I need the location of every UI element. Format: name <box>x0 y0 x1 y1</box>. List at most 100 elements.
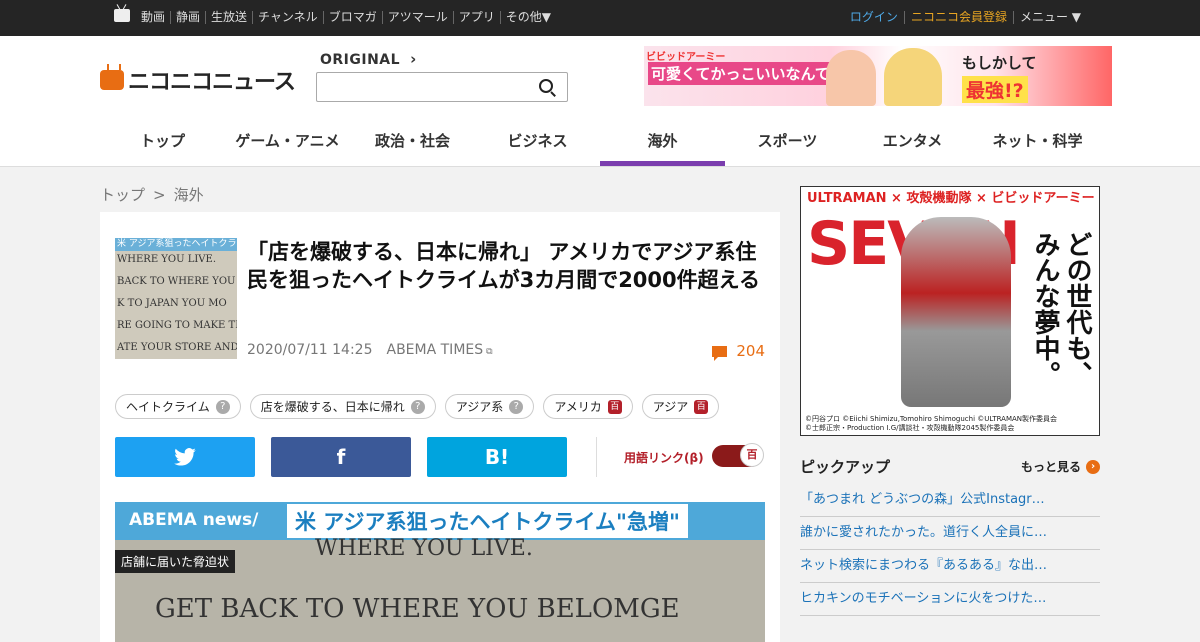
facebook-share-button[interactable]: f <box>271 437 411 477</box>
term-link-label: 用語リンク(β) <box>624 451 704 465</box>
search-box[interactable] <box>316 72 568 102</box>
twitter-share-button[interactable] <box>115 437 255 477</box>
tag-item[interactable]: アジア百 <box>641 394 720 419</box>
category-tab[interactable]: ビジネス <box>475 120 600 166</box>
account-nav: ログイン ニコニコ会員登録 メニュー ▼ <box>844 11 1087 24</box>
article-date: 2020/07/11 14:25 <box>247 342 373 358</box>
menu-dropdown[interactable]: メニュー ▼ <box>1012 11 1087 24</box>
service-link-more[interactable]: その他▼ <box>499 11 556 24</box>
ultraman-figure-image <box>901 217 1011 407</box>
comment-count[interactable]: 204 <box>712 342 765 361</box>
ad-credit: ©円谷プロ ©Eiichi Shimizu,Tomohiro Shimoguch… <box>805 415 1057 433</box>
category-tab[interactable]: トップ <box>100 120 225 166</box>
ad-credit-line: ©士郎正宗・Production I.G/講談社・攻殻機動隊2045製作委員会 <box>805 424 1015 432</box>
tag-label: アジア <box>652 400 689 414</box>
letter-text: GET BACK TO WHERE YOU BELOMGE <box>155 594 680 624</box>
hatena-bookmark-button[interactable]: B! <box>427 437 567 477</box>
letter-text: WHERE YOU LIVE. <box>315 536 533 561</box>
category-tab[interactable]: スポーツ <box>725 120 850 166</box>
article-title: 「店を爆破する、日本に帰れ」 アメリカでアジア系住民を狙ったヘイトクライムが3カ… <box>247 240 761 292</box>
pickup-item[interactable]: ヒカキンのモチベーションに火をつけた… <box>800 583 1100 616</box>
service-nav: 動画 静画 生放送 チャンネル ブロマガ アツマール アプリ その他▼ <box>141 11 556 24</box>
ad-credit-line: ©円谷プロ ©Eiichi Shimizu,Tomohiro Shimoguch… <box>805 415 1058 423</box>
pickup-item[interactable]: ネット検索にまつわる『あるある』な出… <box>800 550 1100 583</box>
thumbnail-text: BACK TO WHERE YOU BE <box>117 276 237 287</box>
pickup-title: ピックアップ <box>800 458 891 476</box>
global-topbar: 動画 静画 生放送 チャンネル ブロマガ アツマール アプリ その他▼ ログイン… <box>0 0 1200 36</box>
breadcrumb-separator: > <box>153 186 166 204</box>
top-banner-ad[interactable]: ビビッドアーミー 可愛くてかっこいいなんて もしかして 最強!? <box>644 46 1112 106</box>
pickup-item[interactable]: 誰かに愛されたかった。道行く人全員に… <box>800 517 1100 550</box>
banner-character-image <box>884 48 942 106</box>
service-link[interactable]: アツマール <box>381 11 453 24</box>
tag-label: 店を爆破する、日本に帰れ <box>260 400 405 414</box>
service-link[interactable]: 動画 <box>141 11 170 24</box>
site-header: ニコニコニュース ORIGINAL › ビビッドアーミー 可愛くてかっこいいなんて… <box>0 36 1200 167</box>
thumbnail-text: K TO JAPAN YOU MO <box>117 298 227 309</box>
original-label: ORIGINAL <box>320 52 401 68</box>
site-logo[interactable]: ニコニコニュース <box>100 64 296 96</box>
chevron-right-icon: › <box>410 50 417 68</box>
breadcrumb-home[interactable]: トップ <box>100 186 145 204</box>
category-tab[interactable]: ネット・科学 <box>975 120 1100 166</box>
term-link-toggle[interactable]: 百 <box>712 443 764 467</box>
niconico-tv-icon[interactable] <box>114 9 130 22</box>
thumbnail-caption: 米 アジア系狙ったヘイトクライム <box>115 238 237 251</box>
pickup-list: 「あつまれ どうぶつの森」公式Instagr… 誰かに愛されたかった。道行く人全… <box>800 484 1100 616</box>
external-link-icon: ⧉ <box>486 347 493 357</box>
search-icon[interactable] <box>539 79 553 93</box>
category-tab[interactable]: 政治・社会 <box>350 120 475 166</box>
divider <box>596 437 597 477</box>
question-icon: ? <box>410 399 425 414</box>
more-label: もっと見る <box>1020 460 1081 474</box>
ad-header: ULTRAMAN × 攻殻機動隊 × ビビッドアーミー <box>801 187 1099 211</box>
pickup-item[interactable]: 「あつまれ どうぶつの森」公式Instagr… <box>800 484 1100 517</box>
article-thumbnail[interactable]: 米 アジア系狙ったヘイトクライム WHERE YOU LIVE. BACK TO… <box>115 238 237 359</box>
service-link[interactable]: アプリ <box>452 11 500 24</box>
ad-vertical-text: どの世代も、みんな夢中。 <box>1030 231 1092 387</box>
original-link[interactable]: ORIGINAL › <box>320 50 417 68</box>
banner-person-image <box>826 50 876 106</box>
image-headline: 米 アジア系狙ったヘイトクライム"急増" <box>287 504 688 538</box>
image-subcaption: 店舗に届いた脅迫状 <box>115 550 236 573</box>
article-meta: 2020/07/11 14:25 ABEMA TIMES ⧉ <box>247 342 493 358</box>
comment-count-value: 204 <box>736 342 765 360</box>
tv-logo-icon <box>100 70 124 90</box>
tag-item[interactable]: アメリカ百 <box>543 394 633 419</box>
thumbnail-text: WHERE YOU LIVE. <box>117 254 217 265</box>
tag-item[interactable]: ヘイトクライム? <box>115 394 241 419</box>
category-tab[interactable]: エンタメ <box>850 120 975 166</box>
breadcrumb-current[interactable]: 海外 <box>174 186 204 204</box>
site-name: ニコニコニュース <box>128 70 296 95</box>
banner-catchphrase: 最強!? <box>962 76 1028 103</box>
service-link[interactable]: チャンネル <box>252 11 323 24</box>
source-label: ABEMA TIMES <box>386 342 484 358</box>
arrow-right-icon: › <box>1086 459 1100 474</box>
service-link[interactable]: ブロマガ <box>322 11 382 24</box>
thumbnail-text: ATE YOUR STORE AND <box>117 342 237 353</box>
comment-icon <box>712 345 728 361</box>
service-link[interactable]: 静画 <box>170 11 205 24</box>
dictionary-icon: 百 <box>694 399 709 414</box>
facebook-icon: f <box>336 445 346 469</box>
service-link[interactable]: 生放送 <box>205 11 252 24</box>
twitter-icon <box>174 448 196 466</box>
dictionary-icon: 百 <box>740 443 764 467</box>
tag-list: ヘイトクライム? 店を爆破する、日本に帰れ? アジア系? アメリカ百 アジア百 <box>115 394 728 419</box>
category-tab[interactable]: ゲーム・アニメ <box>225 120 350 166</box>
article-main-image[interactable]: ABEMA news/ 米 アジア系狙ったヘイトクライム"急増" 店舗に届いた脅… <box>115 502 765 642</box>
tag-item[interactable]: 店を爆破する、日本に帰れ? <box>249 394 436 419</box>
tag-label: アジア系 <box>455 400 504 414</box>
sidebar-banner-ad[interactable]: ULTRAMAN × 攻殻機動隊 × ビビッドアーミー SEVEN どの世代も、… <box>800 186 1100 436</box>
login-link[interactable]: ログイン <box>844 11 904 24</box>
tag-item[interactable]: アジア系? <box>444 394 535 419</box>
hatena-icon: B! <box>484 445 510 469</box>
category-tab-active[interactable]: 海外 <box>600 120 725 166</box>
register-link[interactable]: ニコニコ会員登録 <box>903 11 1013 24</box>
abema-news-logo: ABEMA news/ <box>129 510 259 530</box>
more-link[interactable]: もっと見る › <box>1021 458 1100 475</box>
tag-label: ヘイトクライム <box>126 400 210 414</box>
article-source[interactable]: ABEMA TIMES ⧉ <box>387 342 493 358</box>
thumbnail-text: RE GOING TO MAKE TH <box>117 320 237 331</box>
category-nav: トップ ゲーム・アニメ 政治・社会 ビジネス 海外 スポーツ エンタメ ネット・… <box>100 120 1100 166</box>
